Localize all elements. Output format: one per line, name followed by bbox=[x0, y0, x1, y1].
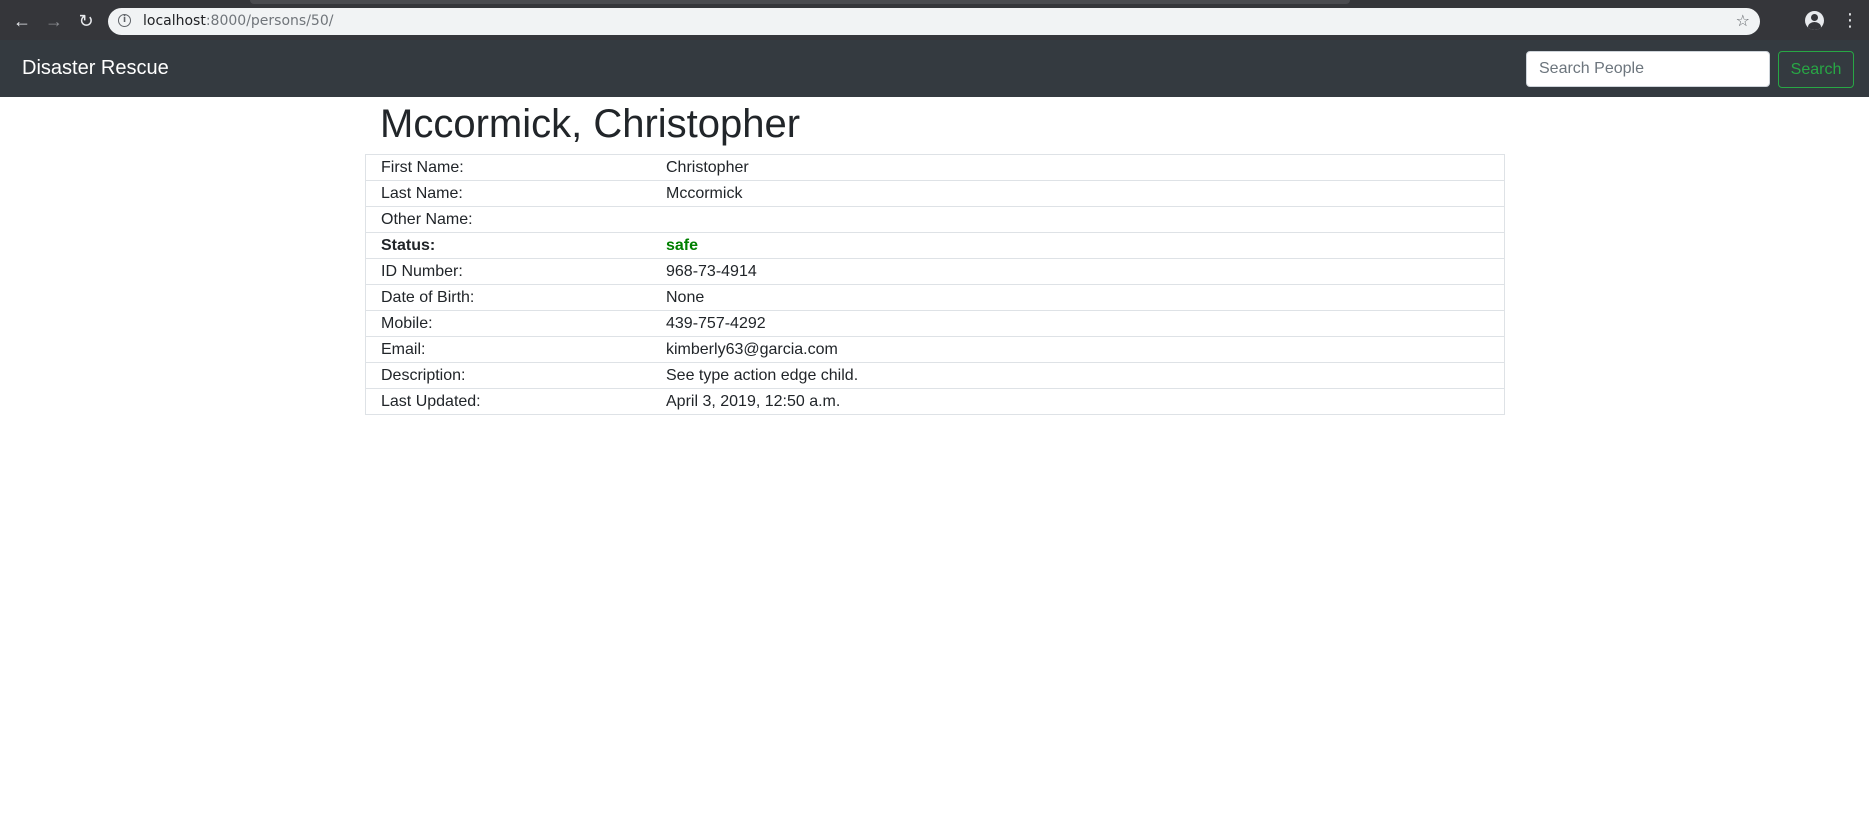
browser-toolbar: ← → ↻ i localhost:8000/persons/50/ ☆ ⋮ bbox=[0, 0, 1869, 40]
table-row: Last Updated: April 3, 2019, 12:50 a.m. bbox=[365, 388, 1505, 415]
table-row: Other Name: bbox=[365, 206, 1505, 233]
person-details-table: First Name: Christopher Last Name: Mccor… bbox=[365, 154, 1505, 415]
field-value: Mccormick bbox=[651, 180, 1505, 207]
browser-tab-strip bbox=[250, 0, 1350, 4]
back-arrow-icon[interactable]: ← bbox=[10, 9, 34, 33]
search-input[interactable] bbox=[1526, 51, 1770, 87]
profile-icon[interactable] bbox=[1805, 11, 1824, 30]
url-host: localhost bbox=[143, 13, 206, 29]
table-row: Date of Birth: None bbox=[365, 284, 1505, 311]
field-label: Status: bbox=[365, 232, 651, 259]
field-value: 968-73-4914 bbox=[651, 258, 1505, 285]
field-value: kimberly63@garcia.com bbox=[651, 336, 1505, 363]
star-icon[interactable]: ☆ bbox=[1736, 11, 1750, 31]
field-label: Description: bbox=[365, 362, 651, 389]
app-navbar: Disaster Rescue Search bbox=[0, 40, 1869, 97]
info-icon[interactable]: i bbox=[118, 14, 131, 27]
field-value: April 3, 2019, 12:50 a.m. bbox=[651, 388, 1505, 415]
field-value bbox=[651, 206, 1505, 233]
field-label: Other Name: bbox=[365, 206, 651, 233]
field-label: Last Updated: bbox=[365, 388, 651, 415]
address-bar[interactable]: i localhost:8000/persons/50/ ☆ bbox=[108, 8, 1760, 35]
field-value: See type action edge child. bbox=[651, 362, 1505, 389]
kebab-menu-icon[interactable]: ⋮ bbox=[1841, 9, 1859, 33]
field-label: Last Name: bbox=[365, 180, 651, 207]
forward-arrow-icon[interactable]: → bbox=[42, 9, 66, 33]
table-row: ID Number: 968-73-4914 bbox=[365, 258, 1505, 285]
field-label: Mobile: bbox=[365, 310, 651, 337]
url-text[interactable]: localhost:8000/persons/50/ bbox=[143, 13, 333, 29]
table-row: First Name: Christopher bbox=[365, 154, 1505, 181]
url-path: :8000/persons/50/ bbox=[205, 13, 334, 29]
page-title: Mccormick, Christopher bbox=[380, 102, 801, 146]
field-label: First Name: bbox=[365, 154, 651, 181]
table-row: Last Name: Mccormick bbox=[365, 180, 1505, 207]
table-row: Mobile: 439-757-4292 bbox=[365, 310, 1505, 337]
field-value: Christopher bbox=[651, 154, 1505, 181]
table-row-status: Status: safe bbox=[365, 232, 1505, 259]
field-label: Date of Birth: bbox=[365, 284, 651, 311]
field-label: ID Number: bbox=[365, 258, 651, 285]
search-button[interactable]: Search bbox=[1778, 51, 1854, 88]
field-value: 439-757-4292 bbox=[651, 310, 1505, 337]
reload-icon[interactable]: ↻ bbox=[74, 9, 98, 33]
field-label: Email: bbox=[365, 336, 651, 363]
brand-link[interactable]: Disaster Rescue bbox=[22, 57, 169, 80]
field-value: None bbox=[651, 284, 1505, 311]
table-row: Description: See type action edge child. bbox=[365, 362, 1505, 389]
status-value: safe bbox=[651, 232, 1505, 259]
table-row: Email: kimberly63@garcia.com bbox=[365, 336, 1505, 363]
